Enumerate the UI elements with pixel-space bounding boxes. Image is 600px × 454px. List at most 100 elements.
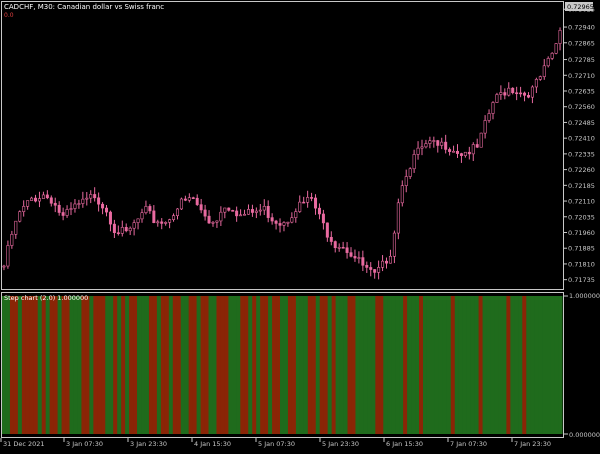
step-bar	[244, 296, 249, 434]
step-bar	[240, 296, 245, 434]
candle-body	[223, 207, 227, 213]
step-bar	[45, 296, 51, 434]
step-bar	[363, 296, 368, 434]
candle-body	[416, 147, 420, 155]
candle-body	[124, 227, 128, 232]
step-bar	[415, 296, 420, 434]
step-bar	[430, 296, 436, 434]
step-bar	[399, 296, 404, 434]
step-bar	[156, 296, 162, 434]
step-bar	[148, 296, 154, 434]
candle-body	[515, 92, 519, 95]
step-bar	[5, 296, 11, 434]
step-bar	[518, 296, 523, 434]
candle-body	[108, 211, 112, 225]
step-bar	[331, 296, 337, 434]
step-bar	[216, 296, 221, 434]
candle-body	[459, 153, 463, 156]
candle-body	[81, 198, 85, 204]
candle-body	[85, 197, 89, 200]
candle-body	[365, 264, 369, 268]
step-bar	[125, 296, 130, 434]
candle-body	[219, 211, 223, 222]
candle-body	[554, 43, 558, 54]
step-bar	[188, 296, 194, 434]
candle-body	[258, 209, 262, 212]
step-bar	[371, 296, 376, 434]
candle-body	[408, 168, 412, 177]
step-bar	[554, 296, 559, 434]
candle-body	[22, 206, 26, 212]
candle-body	[262, 206, 266, 211]
step-bar	[49, 296, 55, 434]
current-price-label: 0.72965	[567, 3, 594, 11]
candle-body	[49, 197, 53, 204]
candle-body	[392, 232, 396, 257]
candle-body	[381, 260, 385, 268]
step-bar	[93, 296, 98, 434]
candle-body	[37, 198, 41, 202]
time-tick-label: 7 Jan 23:30	[514, 440, 551, 448]
candle-body	[436, 140, 440, 146]
candle-body	[69, 208, 73, 210]
candle-body	[444, 141, 448, 150]
indicator-scale-bottom: 0.000000	[569, 431, 600, 439]
candle-body	[179, 198, 183, 210]
step-bar	[526, 296, 531, 434]
candle-body	[183, 198, 187, 201]
candle-body	[160, 221, 164, 224]
step-chart-histogram	[2, 296, 563, 434]
price-tick-label: 0.72185	[568, 182, 595, 190]
candle-body	[93, 194, 97, 199]
price-tick-label: 0.72335	[568, 150, 595, 158]
step-bar	[196, 296, 202, 434]
candle-body	[290, 217, 294, 223]
step-bar	[220, 296, 225, 434]
step-bar	[176, 296, 182, 434]
price-tick-label: 0.72035	[568, 213, 595, 221]
time-tick-label: 5 Jan 23:30	[322, 440, 359, 448]
price-tick-label: 0.72940	[568, 24, 595, 32]
step-bar	[335, 296, 341, 434]
candle-body	[396, 202, 400, 234]
step-bar	[280, 296, 285, 434]
step-bar	[462, 296, 468, 434]
candle-body	[116, 232, 120, 234]
step-bar	[470, 296, 476, 434]
candle-body	[349, 252, 353, 257]
time-tick-label: 4 Jan 15:30	[194, 440, 231, 448]
step-bar	[303, 296, 309, 434]
candle-body	[455, 150, 459, 154]
candle-body	[534, 79, 538, 88]
step-bar	[25, 296, 31, 434]
price-tick-label: 0.71735	[568, 276, 595, 284]
step-bar	[164, 296, 170, 434]
step-bar	[283, 296, 289, 434]
step-bar	[510, 296, 515, 434]
price-tick-label: 0.72710	[568, 72, 595, 80]
candle-body	[164, 222, 168, 224]
step-bar	[419, 296, 424, 434]
step-bar	[530, 296, 535, 434]
step-bar	[343, 296, 349, 434]
candle-body	[467, 151, 471, 155]
price-tick-label: 0.71810	[568, 260, 595, 268]
candle-body	[274, 220, 278, 224]
candle-body	[294, 211, 298, 218]
candle-body	[523, 92, 527, 96]
candle-body	[73, 203, 77, 209]
candle-body	[136, 218, 140, 223]
candle-body	[199, 204, 203, 211]
candle-body	[41, 194, 45, 199]
step-bar	[506, 296, 511, 434]
step-bar	[434, 296, 440, 434]
candle-body	[235, 210, 239, 217]
candle-body	[432, 140, 436, 142]
step-bar	[260, 296, 265, 434]
candle-body	[140, 212, 144, 220]
price-tick-label: 0.71885	[568, 245, 595, 253]
candle-body	[333, 241, 337, 249]
step-bar	[319, 296, 325, 434]
step-bar	[454, 296, 460, 434]
step-bar	[172, 296, 178, 434]
